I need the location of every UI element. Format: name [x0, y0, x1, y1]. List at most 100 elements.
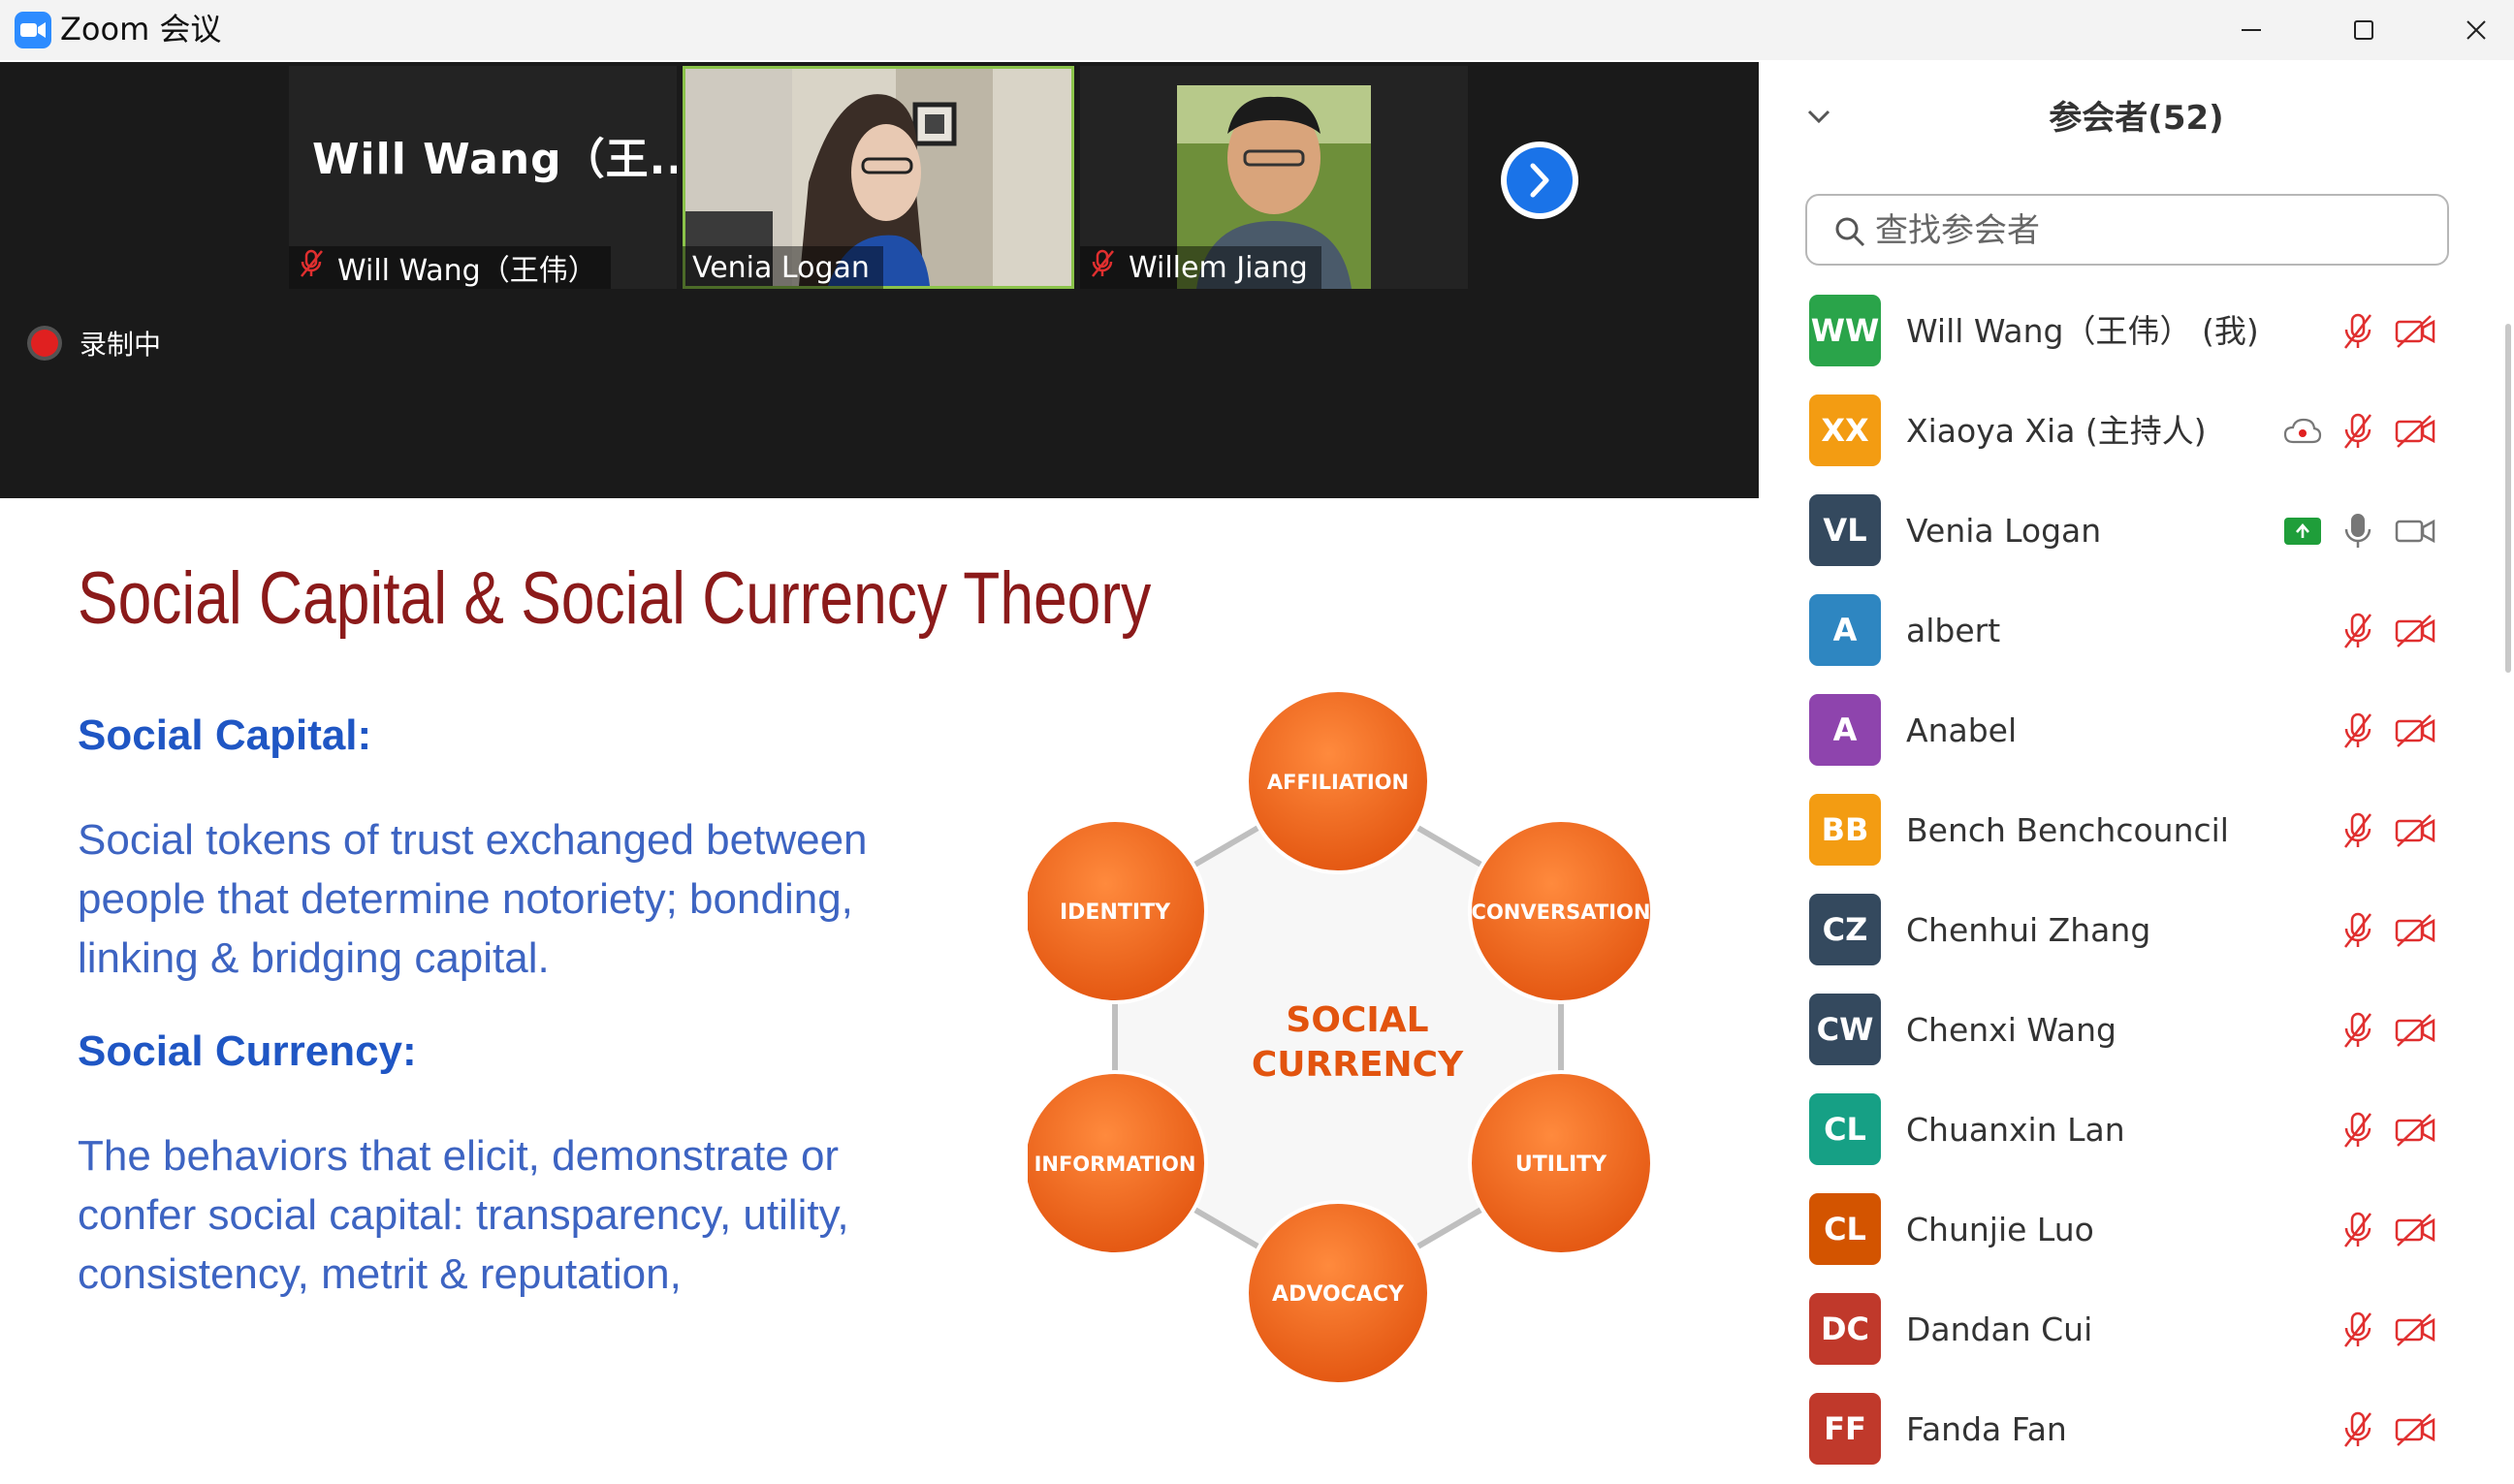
avatar: CL — [1809, 1193, 1881, 1265]
participant-name: albert — [1906, 612, 2001, 649]
participant-row[interactable]: WW Will Wang（王伟） (我) — [1759, 281, 2514, 381]
next-page-button[interactable] — [1501, 142, 1578, 219]
participant-status-icons — [2341, 680, 2436, 780]
mic-muted-icon[interactable] — [2341, 612, 2374, 650]
participant-row[interactable]: CL Chunjie Luo — [1759, 1180, 2514, 1279]
diagram-node-label: IDENTITY — [1060, 900, 1171, 925]
avatar: CZ — [1809, 894, 1881, 965]
participant-row[interactable]: Aalbert — [1759, 581, 2514, 680]
slide-text-line: consistency, metrit & reputation, — [78, 1250, 682, 1298]
search-icon — [1835, 217, 1865, 247]
slide-paragraph-social-currency: The behaviors that elicit, demonstrate o… — [78, 1126, 950, 1304]
tile-label-text: Venia Logan — [692, 250, 870, 285]
video-off-icon[interactable] — [2394, 913, 2436, 948]
screen-share-icon — [2283, 517, 2322, 546]
video-off-icon[interactable] — [2394, 1113, 2436, 1148]
avatar: XX — [1809, 395, 1881, 466]
video-off-icon[interactable] — [2394, 1312, 2436, 1347]
video-tile-will-wang[interactable]: Will Wang（王... Will Wang（王伟） — [289, 66, 677, 289]
maximize-button[interactable] — [2307, 0, 2420, 60]
participant-row[interactable]: DC Dandan Cui — [1759, 1279, 2514, 1379]
tile-label-text: Willem Jiang — [1129, 250, 1308, 285]
avatar: BB — [1809, 794, 1881, 866]
participant-list-scrollbar[interactable] — [2505, 324, 2511, 673]
window-title: Zoom 会议 — [60, 11, 222, 47]
mic-icon[interactable] — [2341, 512, 2374, 551]
participant-name: Anabel — [1906, 711, 2018, 749]
participant-search-box[interactable] — [1805, 194, 2449, 266]
participant-status-icons — [2283, 381, 2436, 481]
chevron-right-icon — [1530, 163, 1549, 198]
minimize-button[interactable] — [2195, 0, 2307, 60]
avatar: WW — [1809, 295, 1881, 366]
participant-search-input[interactable] — [1873, 204, 2420, 258]
participant-name: Fanda Fan — [1906, 1410, 2067, 1448]
diagram-center-label: SOCIAL — [1286, 1000, 1428, 1040]
participant-name: Chenhui Zhang — [1906, 911, 2151, 949]
video-off-icon[interactable] — [2394, 1013, 2436, 1048]
mic-muted-icon[interactable] — [2341, 711, 2374, 750]
mic-muted-icon[interactable] — [2341, 312, 2374, 351]
close-button[interactable] — [2420, 0, 2514, 60]
avatar: DC — [1809, 1293, 1881, 1365]
participant-row[interactable]: BB Bench Benchcouncil — [1759, 780, 2514, 880]
slide-text-line: Social tokens of trust exchanged between — [78, 816, 868, 864]
participant-name: Chenxi Wang — [1906, 1011, 2116, 1049]
video-off-icon[interactable] — [2394, 314, 2436, 349]
diagram-node-label: CONVERSATION — [1472, 900, 1651, 924]
participant-row[interactable]: A Anabel — [1759, 680, 2514, 780]
participant-row[interactable]: FF Fanda Fan — [1759, 1379, 2514, 1479]
participant-name: Bench Benchcouncil — [1906, 811, 2229, 849]
participant-row[interactable]: CW Chenxi Wang — [1759, 980, 2514, 1080]
mic-muted-icon[interactable] — [2341, 1310, 2374, 1349]
participant-status-icons — [2341, 980, 2436, 1080]
slide-text-line: people that determine notoriety; bonding… — [78, 875, 853, 923]
participant-name: Venia Logan — [1906, 512, 2102, 550]
diagram-center-label: CURRENCY — [1252, 1045, 1464, 1085]
video-off-icon[interactable] — [2394, 713, 2436, 748]
participant-row[interactable]: CL Chuanxin Lan — [1759, 1080, 2514, 1180]
participant-status-icons — [2341, 281, 2436, 381]
mic-muted-icon — [1090, 249, 1115, 286]
participants-panel-header: 参会者(52) — [1759, 62, 2514, 169]
participant-name: Xiaoya Xia (主持人) — [1906, 412, 2207, 450]
zoom-app-icon — [15, 12, 51, 48]
participant-status-icons — [2341, 1279, 2436, 1379]
mic-muted-icon[interactable] — [2341, 412, 2374, 451]
participant-row[interactable]: VL Venia Logan — [1759, 481, 2514, 581]
participant-row[interactable]: XX Xiaoya Xia (主持人) — [1759, 381, 2514, 481]
mic-muted-icon[interactable] — [2341, 911, 2374, 950]
avatar: FF — [1809, 1393, 1881, 1465]
participant-row[interactable]: CZ Chenhui Zhang — [1759, 880, 2514, 980]
slide-text-line: linking & bridging capital. — [78, 934, 550, 982]
title-bar: Zoom 会议 — [0, 0, 2514, 60]
avatar: A — [1809, 594, 1881, 666]
participant-status-icons — [2341, 780, 2436, 880]
video-off-icon[interactable] — [2394, 1213, 2436, 1247]
video-off-icon[interactable] — [2394, 1412, 2436, 1447]
participant-name: Chunjie Luo — [1906, 1211, 2094, 1248]
minimize-icon — [2242, 29, 2261, 31]
video-camera-icon[interactable] — [2394, 514, 2436, 549]
participant-status-icons — [2341, 1379, 2436, 1479]
avatar: A — [1809, 694, 1881, 766]
participant-name: Dandan Cui — [1906, 1310, 2093, 1348]
video-tile-willem-jiang[interactable]: Willem Jiang — [1080, 66, 1468, 289]
avatar: VL — [1809, 494, 1881, 566]
participant-name: Will Wang（王伟） (我) — [1906, 312, 2259, 350]
mic-muted-icon[interactable] — [2341, 1211, 2374, 1249]
slide-title: Social Capital & Social Currency Theory — [78, 557, 1152, 640]
avatar: CW — [1809, 994, 1881, 1065]
mic-muted-icon[interactable] — [2341, 1111, 2374, 1150]
video-stage: Will Wang（王... Will Wang（王伟） Venia Logan — [0, 62, 1759, 498]
video-off-icon[interactable] — [2394, 614, 2436, 648]
slide-text-line: confer social capital: transparency, uti… — [78, 1191, 849, 1239]
video-off-icon[interactable] — [2394, 414, 2436, 449]
mic-muted-icon[interactable] — [2341, 1011, 2374, 1050]
recording-indicator[interactable]: 录制中 — [31, 324, 161, 363]
video-tile-venia-logan[interactable]: Venia Logan — [683, 66, 1074, 289]
mic-muted-icon[interactable] — [2341, 1410, 2374, 1449]
mic-muted-icon[interactable] — [2341, 811, 2374, 850]
video-off-icon[interactable] — [2394, 813, 2436, 848]
diagram-node-label: UTILITY — [1515, 1152, 1607, 1177]
